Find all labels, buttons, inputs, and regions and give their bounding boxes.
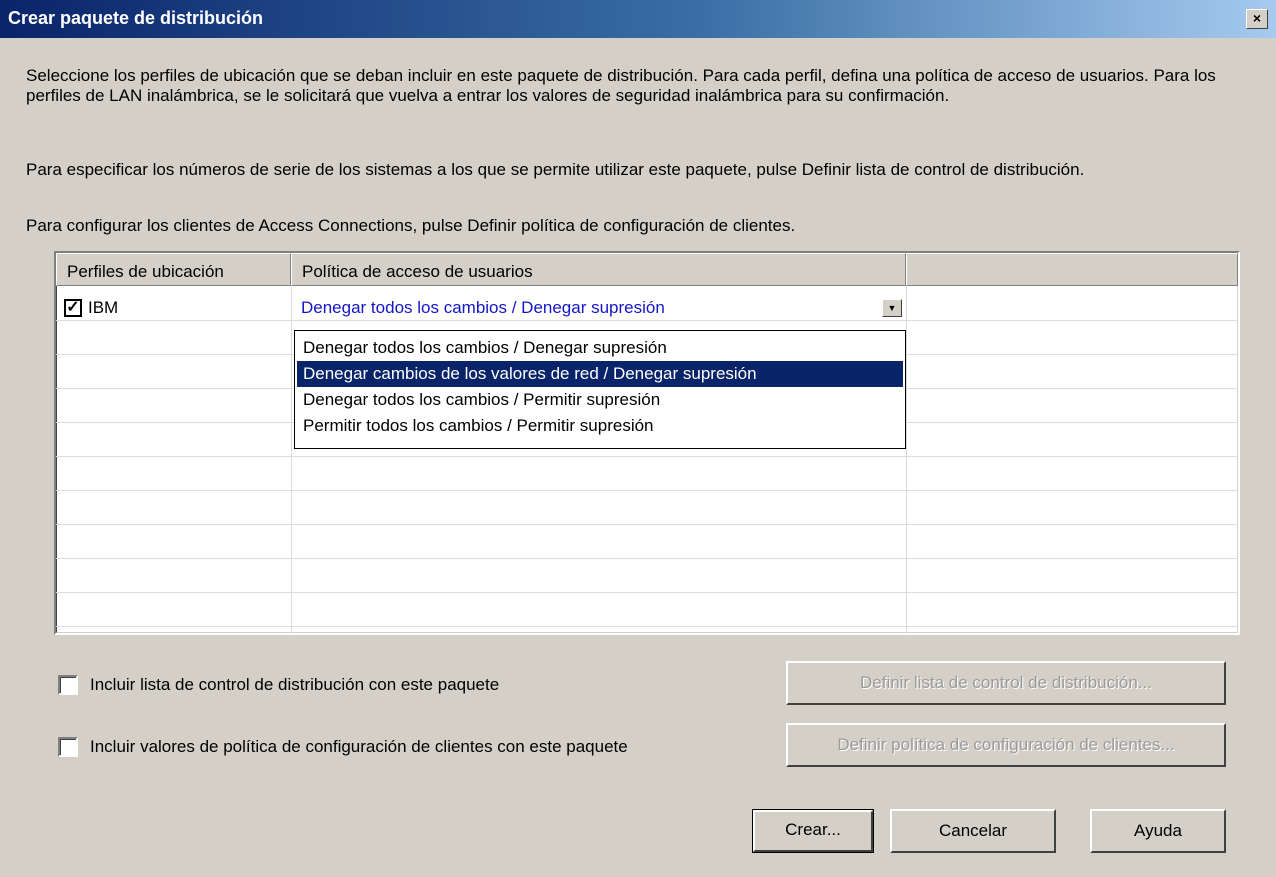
dropdown-option[interactable]: Denegar todos los cambios / Denegar supr… <box>297 335 903 361</box>
window-title: Crear paquete de distribución <box>8 8 264 28</box>
include-acl-label: Incluir lista de control de distribución… <box>90 675 500 694</box>
checkbox-box[interactable] <box>58 675 78 695</box>
define-acl-button[interactable]: Definir lista de control de distribución… <box>786 661 1226 705</box>
policy-dropdown-list: Denegar todos los cambios / Denegar supr… <box>294 330 906 449</box>
row-divider <box>56 490 1238 491</box>
profile-name: IBM <box>88 298 119 317</box>
create-button-label: Crear... <box>785 820 841 839</box>
include-policy-label: Incluir valores de política de configura… <box>90 737 628 756</box>
instruction-text-2: Para especificar los números de serie de… <box>26 160 1085 179</box>
policy-combobox-value: Denegar todos los cambios / Denegar supr… <box>301 298 665 317</box>
dropdown-option-highlighted[interactable]: Denegar cambios de los valores de red / … <box>297 361 903 387</box>
dropdown-option[interactable]: Denegar todos los cambios / Permitir sup… <box>297 387 903 413</box>
dropdown-option[interactable]: Permitir todos los cambios / Permitir su… <box>297 413 903 439</box>
row-divider <box>56 626 1238 627</box>
column-divider <box>906 286 907 633</box>
profiles-grid: Perfiles de ubicación Política de acceso… <box>54 251 1240 635</box>
include-acl-checkbox[interactable]: Incluir lista de control de distribución… <box>58 675 499 695</box>
close-icon[interactable]: × <box>1246 9 1268 29</box>
column-header-policy[interactable]: Política de acceso de usuarios <box>291 253 906 286</box>
help-button[interactable]: Ayuda <box>1090 809 1226 853</box>
column-divider <box>291 286 292 633</box>
instruction-text-1: Seleccione los perfiles de ubicación que… <box>26 66 1216 105</box>
instruction-text-3: Para configurar los clientes de Access C… <box>26 216 796 235</box>
column-header-empty[interactable] <box>906 253 1238 286</box>
row-divider <box>56 524 1238 525</box>
cancel-button[interactable]: Cancelar <box>890 809 1056 853</box>
chevron-down-icon[interactable]: ▼ <box>882 299 902 317</box>
create-button[interactable]: Crear... <box>752 809 874 853</box>
column-header-profiles[interactable]: Perfiles de ubicación <box>56 253 291 286</box>
title-bar[interactable]: Crear paquete de distribución × <box>0 0 1276 38</box>
row-divider <box>56 456 1238 457</box>
checkbox-box[interactable] <box>58 737 78 757</box>
include-policy-checkbox[interactable]: Incluir valores de política de configura… <box>58 737 628 757</box>
dialog-window: Crear paquete de distribución × Seleccio… <box>0 0 1276 877</box>
profile-checkbox[interactable]: ✓ <box>64 299 82 317</box>
table-row[interactable]: ✓ IBM <box>64 298 118 318</box>
row-divider <box>56 558 1238 559</box>
row-divider <box>56 592 1238 593</box>
policy-combobox[interactable]: Denegar todos los cambios / Denegar supr… <box>293 295 906 321</box>
define-policy-button[interactable]: Definir política de configuración de cli… <box>786 723 1226 767</box>
